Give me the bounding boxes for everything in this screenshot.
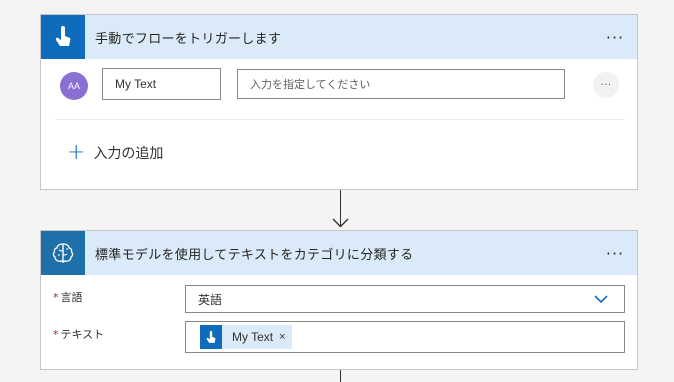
trigger-card[interactable]: 手動でフローをトリガーします ··· AA My Text 入力を指定してくださ…	[40, 14, 638, 190]
input-row-more-button[interactable]: ···	[593, 72, 619, 98]
token-remove-button[interactable]: ×	[279, 331, 285, 343]
language-select[interactable]: 英語	[185, 285, 625, 313]
action-more-button[interactable]: ···	[603, 241, 627, 265]
input-type-avatar: AA	[60, 72, 88, 100]
divider	[55, 119, 625, 120]
trigger-title: 手動でフローをトリガーします	[95, 31, 282, 47]
connector-line	[340, 370, 341, 382]
dynamic-content-token[interactable]: My Text ×	[200, 325, 292, 349]
hand-touch-icon	[200, 325, 222, 349]
chevron-down-icon	[594, 295, 608, 304]
plus-icon: +	[67, 140, 86, 165]
trigger-card-header[interactable]: 手動でフローをトリガーします ···	[41, 15, 637, 59]
action-card-header[interactable]: 標準モデルを使用してテキストをカテゴリに分類する ···	[41, 231, 637, 275]
text-param-label: * テキスト	[53, 328, 105, 341]
add-input-button[interactable]: + 入力の追加	[67, 140, 164, 165]
input-value-field[interactable]: 入力を指定してください	[237, 69, 565, 99]
language-param-label: * 言語	[53, 291, 83, 304]
required-marker: *	[53, 328, 59, 341]
trigger-more-button[interactable]: ···	[603, 25, 627, 49]
add-input-label: 入力の追加	[93, 146, 164, 162]
brain-icon	[41, 231, 85, 275]
hand-touch-icon	[41, 15, 85, 59]
classify-action-card[interactable]: 標準モデルを使用してテキストをカテゴリに分類する ··· * 言語 英語 * テキス…	[40, 230, 638, 370]
action-title: 標準モデルを使用してテキストをカテゴリに分類する	[95, 247, 414, 263]
language-select-value: 英語	[198, 292, 223, 307]
token-label: My Text	[232, 330, 274, 344]
arrow-down-icon	[332, 218, 349, 228]
text-input-field[interactable]: My Text ×	[185, 321, 625, 353]
input-name-field[interactable]: My Text	[102, 68, 221, 100]
required-marker: *	[53, 291, 59, 304]
